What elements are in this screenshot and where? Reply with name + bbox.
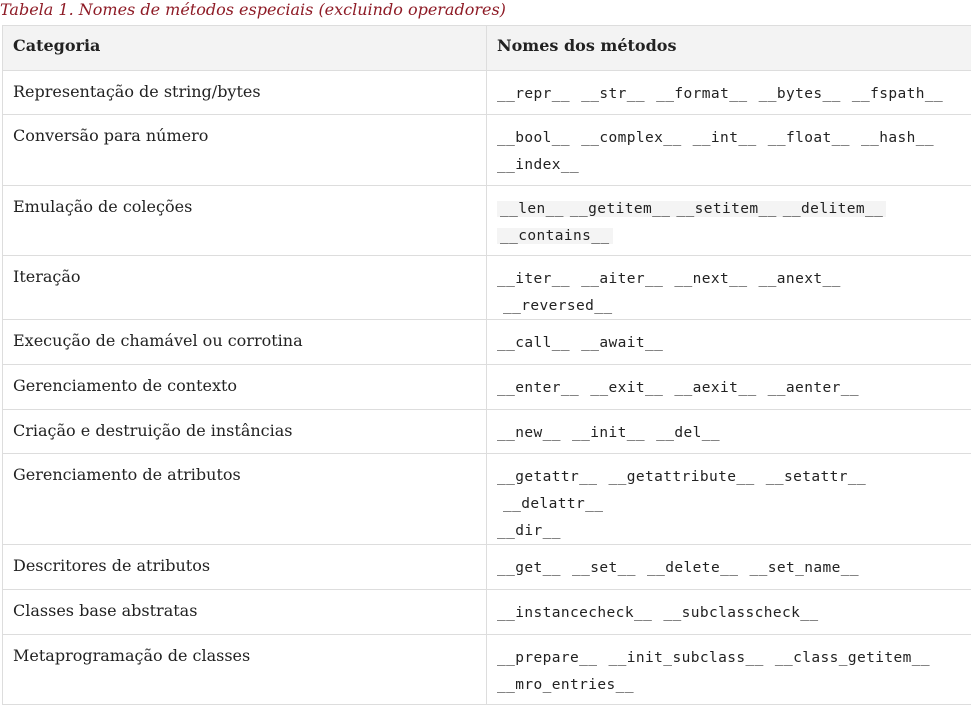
method-name: __call__ <box>497 335 570 351</box>
method-name: __set__ <box>572 560 636 576</box>
method-name: __aexit__ <box>674 380 756 396</box>
method-name: __float__ <box>768 130 850 146</box>
method-name: __next__ <box>674 271 747 287</box>
method-name: __index__ <box>497 157 579 173</box>
category-cell: Representação de string/bytes <box>3 71 487 115</box>
table-row: Execução de chamável ou corrotina __call… <box>3 320 971 365</box>
method-name: __reversed__ <box>503 298 613 314</box>
table-row: Descritores de atributos __get__ __set__… <box>3 545 971 590</box>
table-row: Classes base abstratas __instancecheck__… <box>3 590 971 635</box>
method-name: __anext__ <box>759 271 841 287</box>
method-names-cell: __enter__ __exit__ __aexit__ __aenter__ <box>487 365 971 410</box>
method-name: __delitem__ <box>780 201 886 217</box>
table-row: Emulação de coleções __len____getitem___… <box>3 186 971 256</box>
category-cell: Metaprogramação de classes <box>3 635 487 705</box>
method-name: __subclasscheck__ <box>663 605 818 621</box>
category-cell: Classes base abstratas <box>3 590 487 635</box>
method-name: __dir__ <box>497 523 561 539</box>
method-name: __bool__ <box>497 130 570 146</box>
method-name: __format__ <box>656 86 747 102</box>
method-name: __int__ <box>693 130 757 146</box>
table-row: Iteração __iter__ __aiter__ __next__ __a… <box>3 256 971 320</box>
table-row: Metaprogramação de classes __prepare__ _… <box>3 635 971 705</box>
table-caption: Tabela 1. Nomes de métodos especiais (ex… <box>0 0 971 20</box>
table-row: Representação de string/bytes __repr__ _… <box>3 71 971 115</box>
method-names-cell: __instancecheck__ __subclasscheck__ <box>487 590 971 635</box>
method-name: __await__ <box>581 335 663 351</box>
category-cell: Emulação de coleções <box>3 186 487 256</box>
method-name: __bytes__ <box>759 86 841 102</box>
method-name: __get__ <box>497 560 561 576</box>
category-cell: Conversão para número <box>3 115 487 186</box>
method-name: __class_getitem__ <box>775 650 930 666</box>
header-method-names: Nomes dos métodos <box>487 26 971 71</box>
method-names-cell: __iter__ __aiter__ __next__ __anext__ __… <box>487 256 971 320</box>
method-names-cell: __getattr__ __getattribute__ __setattr__… <box>487 454 971 545</box>
method-name: __init_subclass__ <box>609 650 764 666</box>
method-name: __delete__ <box>647 560 738 576</box>
table-header-row: Categoria Nomes dos métodos <box>3 26 971 71</box>
method-name: __setitem__ <box>673 201 779 217</box>
method-names-cell: __repr__ __str__ __format__ __bytes__ __… <box>487 71 971 115</box>
method-name: __exit__ <box>590 380 663 396</box>
method-name: __aiter__ <box>581 271 663 287</box>
method-name: __getitem__ <box>567 201 673 217</box>
table-row: Criação e destruição de instâncias __new… <box>3 410 971 454</box>
method-name: __fspath__ <box>852 86 943 102</box>
table-row: Gerenciamento de contexto __enter__ __ex… <box>3 365 971 410</box>
method-name: __init__ <box>572 425 645 441</box>
category-cell: Gerenciamento de atributos <box>3 454 487 545</box>
method-name: __len__ <box>497 201 567 217</box>
method-name: __new__ <box>497 425 561 441</box>
method-names-cell: __len____getitem____setitem____delitem__… <box>487 186 971 256</box>
method-name: __hash__ <box>861 130 934 146</box>
method-names-cell: __get__ __set__ __delete__ __set_name__ <box>487 545 971 590</box>
method-name: __instancecheck__ <box>497 605 652 621</box>
method-name: __setattr__ <box>766 469 866 485</box>
method-name: __getattribute__ <box>609 469 755 485</box>
category-cell: Descritores de atributos <box>3 545 487 590</box>
table-row: Conversão para número __bool__ __complex… <box>3 115 971 186</box>
method-names-cell: __call__ __await__ <box>487 320 971 365</box>
method-names-cell: __new__ __init__ __del__ <box>487 410 971 454</box>
method-name: __getattr__ <box>497 469 597 485</box>
method-name: __aenter__ <box>768 380 859 396</box>
method-names-cell: __bool__ __complex__ __int__ __float__ _… <box>487 115 971 186</box>
method-name: __complex__ <box>581 130 681 146</box>
method-name: __mro_entries__ <box>497 677 634 693</box>
method-name: __enter__ <box>497 380 579 396</box>
category-cell: Gerenciamento de contexto <box>3 365 487 410</box>
category-cell: Execução de chamável ou corrotina <box>3 320 487 365</box>
method-name: __str__ <box>581 86 645 102</box>
category-cell: Criação e destruição de instâncias <box>3 410 487 454</box>
method-name: __prepare__ <box>497 650 597 666</box>
method-name: __iter__ <box>497 271 570 287</box>
header-category: Categoria <box>3 26 487 71</box>
method-name: __repr__ <box>497 86 570 102</box>
special-methods-table: Categoria Nomes dos métodos Representaçã… <box>2 25 971 705</box>
table-row: Gerenciamento de atributos __getattr__ _… <box>3 454 971 545</box>
method-name: __delattr__ <box>503 496 603 512</box>
method-name: __del__ <box>656 425 720 441</box>
category-cell: Iteração <box>3 256 487 320</box>
method-name: __contains__ <box>497 228 613 244</box>
method-names-cell: __prepare__ __init_subclass__ __class_ge… <box>487 635 971 705</box>
method-name: __set_name__ <box>749 560 859 576</box>
